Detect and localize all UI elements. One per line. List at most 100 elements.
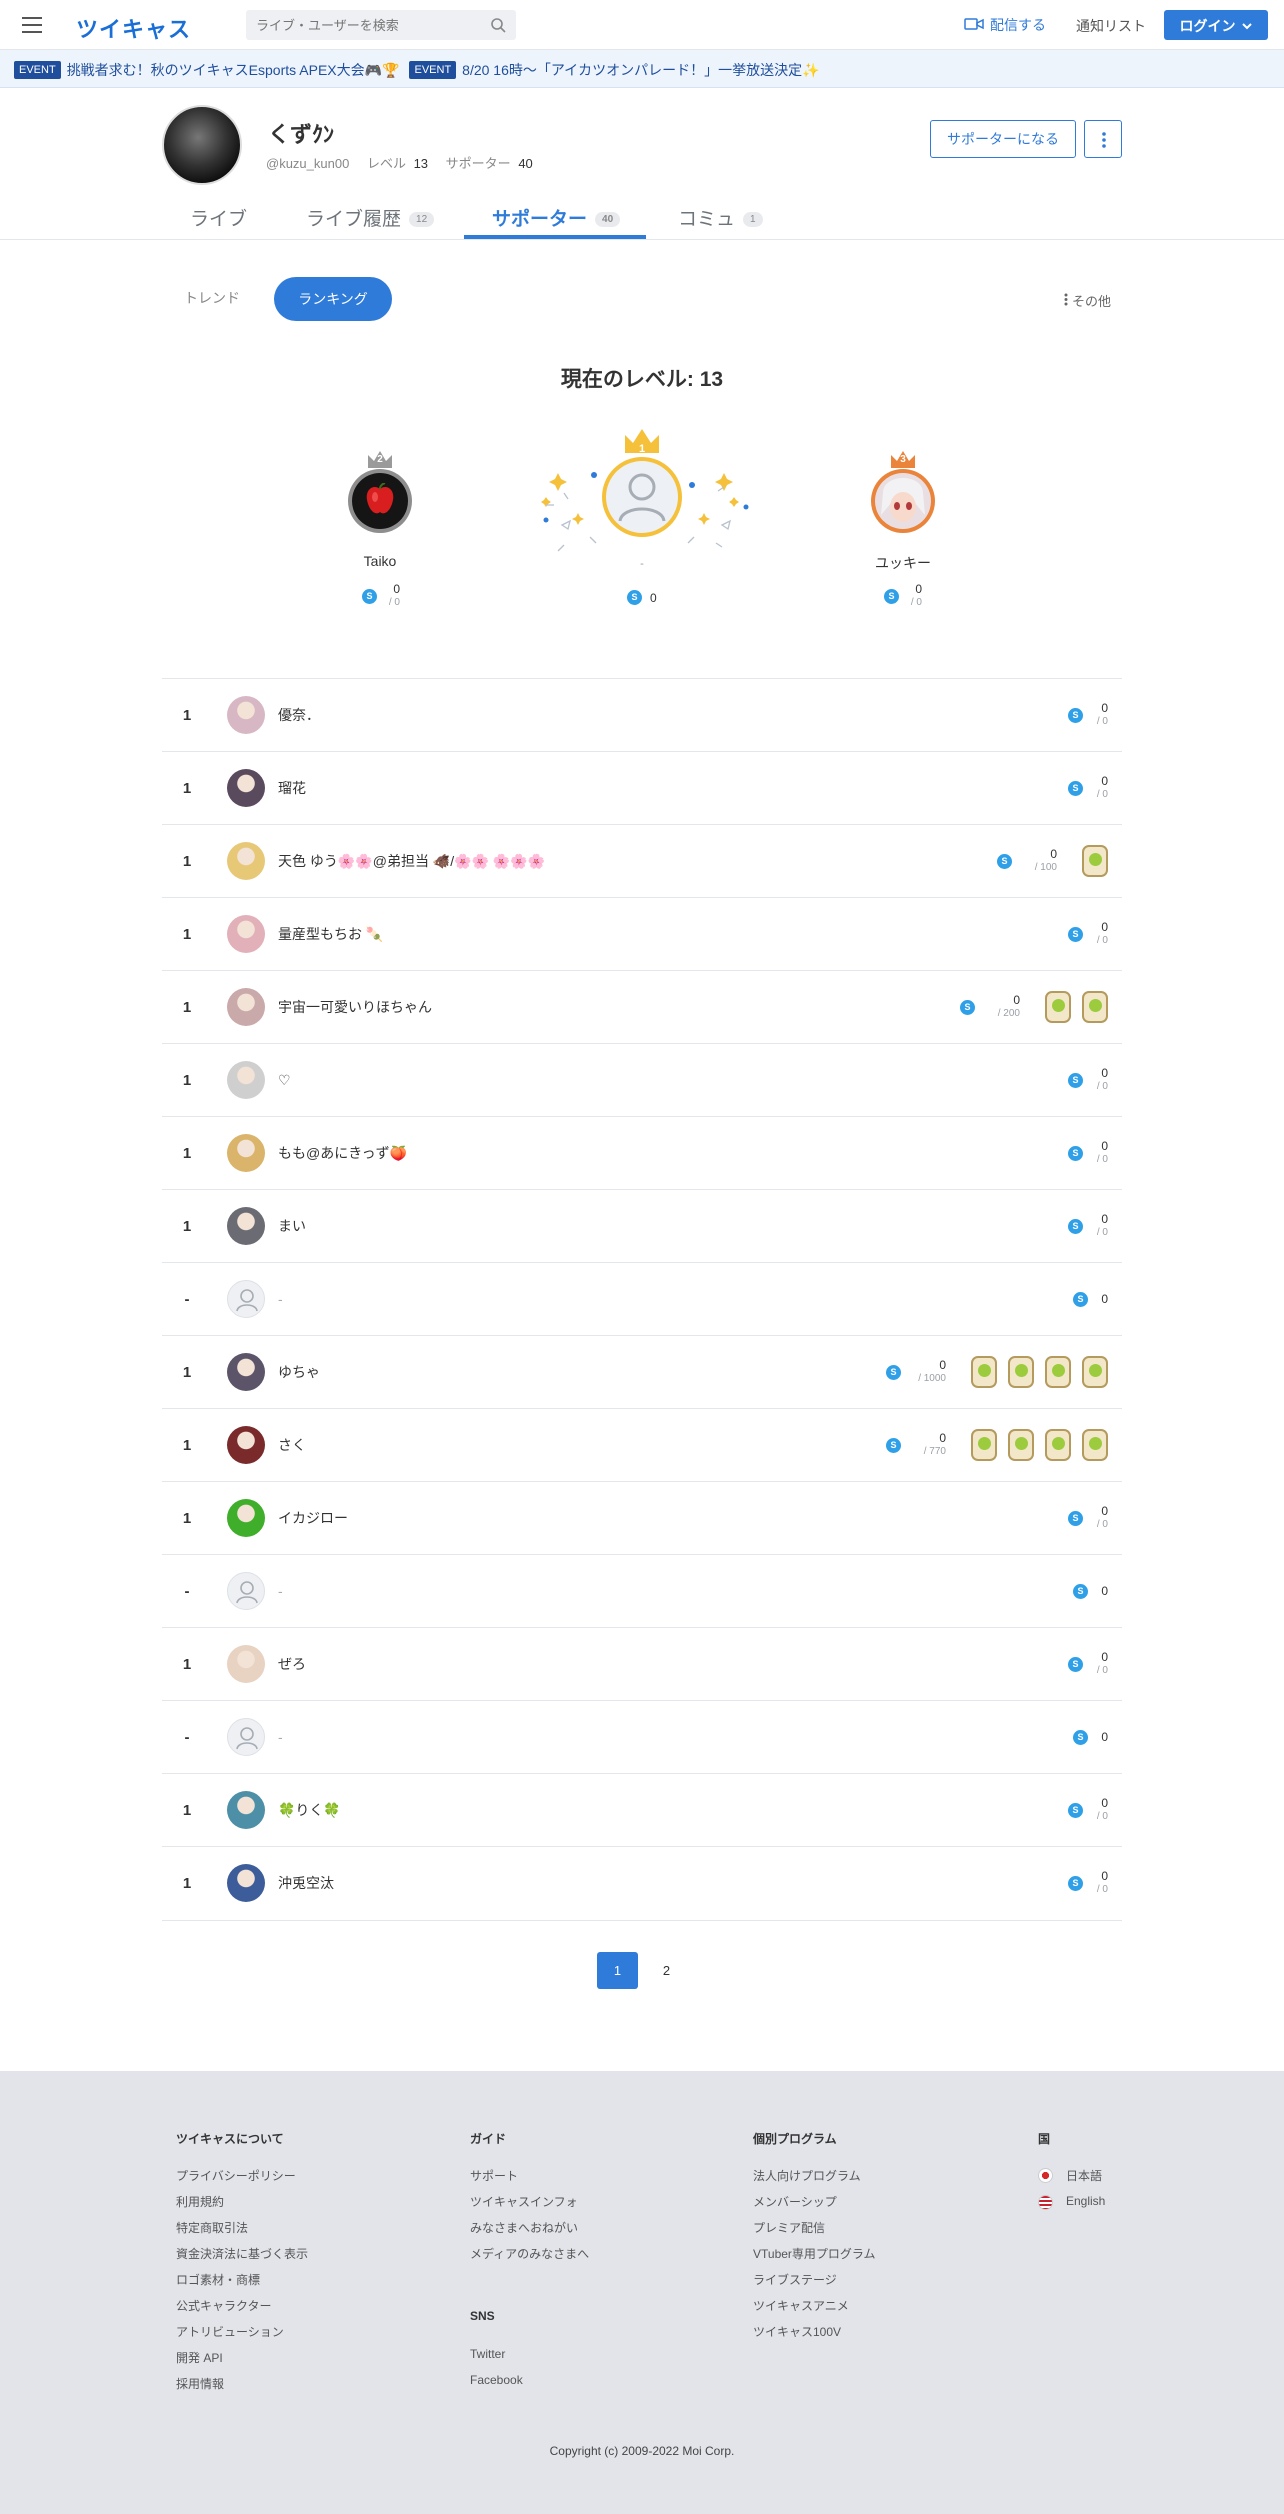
user-avatar[interactable]: [227, 1426, 265, 1464]
broadcast-button[interactable]: 配信する: [964, 15, 1046, 35]
support-badge-icon[interactable]: [1082, 1429, 1108, 1461]
user-avatar[interactable]: [227, 1134, 265, 1172]
podium-third[interactable]: 3: [867, 445, 939, 535]
footer-link[interactable]: メンバーシップ: [753, 2193, 837, 2210]
ranking-row[interactable]: 1 量産型もちお 🍡 0/ 0S: [162, 897, 1122, 970]
user-name[interactable]: 瑠花: [278, 752, 306, 825]
filter-other-button[interactable]: その他: [1064, 291, 1111, 310]
support-badge-icon[interactable]: [1045, 991, 1071, 1023]
ranking-row[interactable]: --0S: [162, 1700, 1122, 1773]
footer-link[interactable]: アトリビューション: [176, 2323, 284, 2340]
user-name[interactable]: ゆちゃ: [278, 1336, 320, 1409]
footer-link-facebook[interactable]: Facebook: [470, 2373, 523, 2387]
user-avatar[interactable]: [227, 1207, 265, 1245]
footer-link[interactable]: プライバシーポリシー: [176, 2167, 296, 2184]
ranking-row[interactable]: 1 🍀りく🍀 0/ 0S: [162, 1773, 1122, 1846]
user-avatar[interactable]: [227, 696, 265, 734]
user-avatar[interactable]: [227, 1499, 265, 1537]
footer-link[interactable]: 特定商取引法: [176, 2219, 248, 2236]
user-name[interactable]: もも@あにきっず🍑: [278, 1117, 407, 1190]
ranking-row[interactable]: --0S: [162, 1554, 1122, 1627]
ranking-row[interactable]: 1 優奈． 0/ 0S: [162, 678, 1122, 751]
footer-link[interactable]: VTuber専用プログラム: [753, 2245, 876, 2262]
footer-link[interactable]: 開発 API: [176, 2349, 223, 2366]
search-input[interactable]: [256, 15, 476, 35]
footer-link-twitter[interactable]: Twitter: [470, 2347, 505, 2361]
footer-link[interactable]: ライブステージ: [753, 2271, 837, 2288]
support-badge-icon[interactable]: [1045, 1356, 1071, 1388]
user-avatar[interactable]: [227, 769, 265, 807]
filter-ranking-button[interactable]: ランキング: [274, 277, 392, 321]
footer-link[interactable]: プレミア配信: [753, 2219, 825, 2236]
profile-avatar[interactable]: [162, 105, 242, 185]
search-box[interactable]: [246, 10, 516, 40]
user-name[interactable]: ぜろ: [278, 1628, 306, 1701]
footer-link[interactable]: 日本語: [1066, 2167, 1102, 2184]
footer-link[interactable]: ツイキャスインフォ: [470, 2193, 578, 2210]
ranking-row[interactable]: 1 まい 0/ 0S: [162, 1189, 1122, 1262]
user-name[interactable]: 量産型もちお 🍡: [278, 898, 383, 971]
ranking-row[interactable]: --0S: [162, 1262, 1122, 1335]
support-badge-icon[interactable]: [1045, 1429, 1071, 1461]
page-button[interactable]: 2: [646, 1952, 687, 1989]
footer-link[interactable]: 公式キャラクター: [176, 2297, 272, 2314]
login-button[interactable]: ログイン: [1164, 10, 1268, 40]
support-badge-icon[interactable]: [1082, 845, 1108, 877]
user-avatar[interactable]: [227, 842, 265, 880]
footer-link[interactable]: ツイキャスアニメ: [753, 2297, 849, 2314]
support-badge-icon[interactable]: [1008, 1356, 1034, 1388]
ranking-row[interactable]: 1 イカジロー 0/ 0S: [162, 1481, 1122, 1554]
user-avatar[interactable]: [227, 915, 265, 953]
user-avatar[interactable]: [227, 1061, 265, 1099]
become-supporter-button[interactable]: サポーターになる: [930, 120, 1076, 158]
podium-name[interactable]: ユッキー: [823, 553, 983, 573]
user-name[interactable]: 天色 ゆう🌸🌸@弟担当 🐗/🌸🌸 🌸🌸🌸: [278, 825, 545, 898]
user-name[interactable]: イカジロー: [278, 1482, 348, 1555]
footer-link[interactable]: 法人向けプログラム: [753, 2167, 861, 2184]
ranking-row[interactable]: 1 天色 ゆう🌸🌸@弟担当 🐗/🌸🌸 🌸🌸🌸 0/ 100 S: [162, 824, 1122, 897]
footer-link[interactable]: ロゴ素材・商標: [176, 2271, 260, 2288]
logo[interactable]: ツイキャス: [76, 12, 191, 44]
filter-trend-button[interactable]: トレンド: [184, 288, 240, 308]
support-badge-icon[interactable]: [971, 1356, 997, 1388]
user-name[interactable]: まい: [278, 1190, 306, 1263]
footer-link[interactable]: English: [1066, 2194, 1105, 2208]
ranking-row[interactable]: 1 ぜろ 0/ 0S: [162, 1627, 1122, 1700]
footer-link[interactable]: みなさまへおねがい: [470, 2219, 578, 2236]
ranking-row[interactable]: 1 ♡ 0/ 0S: [162, 1043, 1122, 1116]
user-name[interactable]: 宇宙一可愛いりほちゃん: [278, 971, 432, 1044]
ranking-row[interactable]: 1 瑠花 0/ 0S: [162, 751, 1122, 824]
menu-icon[interactable]: [22, 16, 44, 34]
user-name[interactable]: 🍀りく🍀: [278, 1774, 341, 1847]
event-text[interactable]: 挑戦者求む！秋のツイキャスEsports APEX大会🎮🏆: [67, 62, 400, 78]
user-name[interactable]: ♡: [278, 1044, 291, 1117]
user-avatar[interactable]: [227, 1791, 265, 1829]
more-options-button[interactable]: [1084, 120, 1122, 158]
user-avatar[interactable]: [227, 1864, 265, 1902]
footer-link[interactable]: 採用情報: [176, 2375, 224, 2392]
user-name[interactable]: 優奈．: [278, 679, 320, 752]
ranking-row[interactable]: 1 宇宙一可愛いりほちゃん 0/ 200 S: [162, 970, 1122, 1043]
event-ticker[interactable]: EVENT 挑戦者求む！秋のツイキャスEsports APEX大会🎮🏆 EVENT 8…: [0, 50, 1284, 88]
podium-name[interactable]: Taiko: [300, 553, 460, 569]
event-text[interactable]: 8/20 16時〜「アイカツオンパレード！」一挙放送決定✨: [462, 62, 819, 78]
footer-link[interactable]: サポート: [470, 2167, 518, 2184]
podium-first[interactable]: 1: [534, 425, 750, 555]
ranking-row[interactable]: 1 沖兎空汰 0/ 0S: [162, 1846, 1122, 1919]
user-avatar[interactable]: [227, 1645, 265, 1683]
footer-link[interactable]: 資金決済法に基づく表示: [176, 2245, 308, 2262]
footer-link[interactable]: 利用規約: [176, 2193, 224, 2210]
support-badge-icon[interactable]: [1008, 1429, 1034, 1461]
tab-live-history[interactable]: ライブ履歴 12: [306, 204, 435, 231]
user-name[interactable]: 沖兎空汰: [278, 1847, 334, 1920]
podium-second[interactable]: 2: [344, 445, 416, 535]
tab-supporters[interactable]: サポーター 40: [492, 204, 621, 231]
support-badge-icon[interactable]: [971, 1429, 997, 1461]
user-avatar[interactable]: [227, 1353, 265, 1391]
footer-link[interactable]: ツイキャス100V: [753, 2323, 841, 2340]
user-avatar[interactable]: [227, 988, 265, 1026]
ranking-row[interactable]: 1 ゆちゃ 0/ 1000 S: [162, 1335, 1122, 1408]
support-badge-icon[interactable]: [1082, 1356, 1108, 1388]
ranking-row[interactable]: 1 さく 0/ 770 S: [162, 1408, 1122, 1481]
tab-community[interactable]: コミュ 1: [678, 204, 763, 231]
